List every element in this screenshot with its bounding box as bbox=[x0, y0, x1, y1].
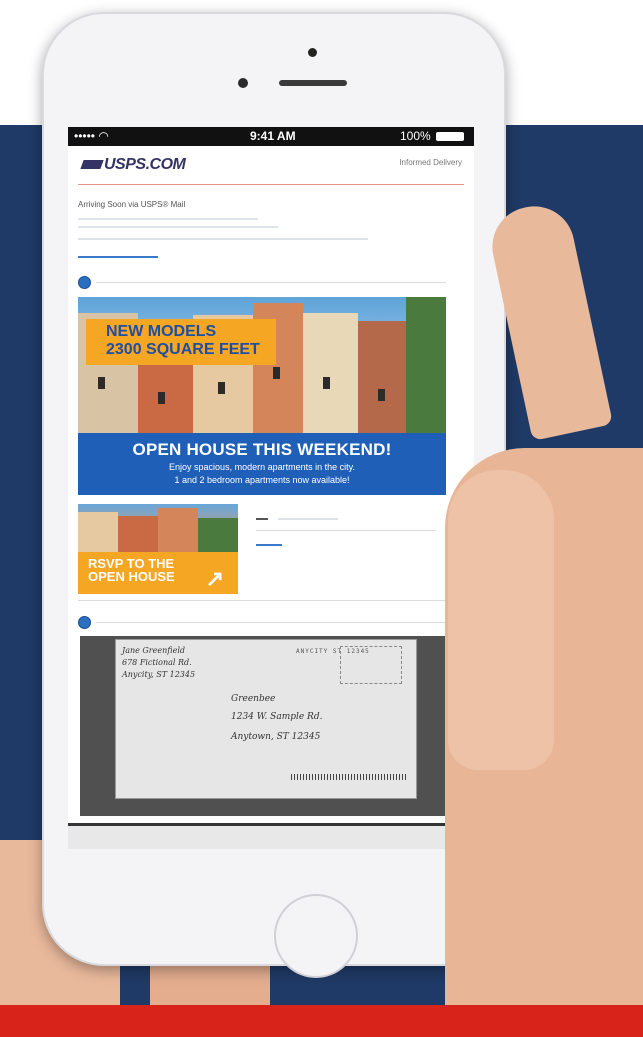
window bbox=[218, 382, 225, 394]
body-text-line bbox=[78, 226, 278, 228]
body-text-line bbox=[78, 218, 258, 220]
recipient-line-1: Greenbee bbox=[231, 694, 276, 704]
body-link[interactable] bbox=[78, 256, 158, 258]
page-title: Arriving Soon via USPS® Mail bbox=[78, 200, 186, 209]
signal-indicator: ••••• ◠ bbox=[74, 129, 109, 143]
body-text-line bbox=[78, 238, 368, 240]
ad-headline: OPEN HOUSE THIS WEEKEND! bbox=[132, 440, 392, 459]
mail-scan-image[interactable]: Jane Greenfield 678 Fictional Rd. Anycit… bbox=[80, 636, 450, 816]
from-label-line bbox=[256, 518, 268, 520]
from-value-line bbox=[278, 518, 338, 520]
card-divider bbox=[256, 530, 436, 531]
logo-text: USPS.COM bbox=[104, 156, 186, 173]
rsvp-banner[interactable]: RSVP TO THE OPEN HOUSE ↗ bbox=[78, 552, 238, 594]
promo-line-2: 2300 SQUARE FEET bbox=[106, 341, 260, 358]
building bbox=[78, 512, 118, 552]
view-more-link[interactable] bbox=[256, 544, 282, 546]
front-camera bbox=[238, 78, 248, 88]
recipient-line-3: Anytown, ST 12345 bbox=[231, 732, 321, 742]
header-divider bbox=[78, 184, 464, 185]
building bbox=[358, 321, 406, 433]
ad-promo-box: NEW MODELS 2300 SQUARE FEET bbox=[86, 319, 276, 365]
arrow-up-right-icon: ↗ bbox=[205, 566, 224, 591]
barcode bbox=[291, 774, 406, 780]
envelope: Jane Greenfield 678 Fictional Rd. Anycit… bbox=[116, 640, 416, 798]
ad-subline-1: Enjoy spacious, modern apartments in the… bbox=[169, 462, 355, 472]
section-divider bbox=[78, 600, 448, 601]
bottom-bar bbox=[68, 823, 474, 849]
ad-subline-2: 1 and 2 bedroom apartments now available… bbox=[174, 475, 350, 485]
window bbox=[378, 389, 385, 401]
battery-percent: 100% bbox=[400, 129, 431, 143]
building bbox=[303, 313, 358, 433]
informed-delivery-page: USPS.COM Informed Delivery Arriving Soon… bbox=[68, 146, 474, 849]
battery-icon bbox=[436, 132, 464, 141]
eagle-icon bbox=[80, 160, 104, 170]
promo-line-1: NEW MODELS bbox=[106, 323, 217, 340]
return-address-line-2: 678 Fictional Rd. bbox=[122, 658, 192, 667]
return-address-line-1: Jane Greenfield bbox=[122, 646, 185, 655]
tree bbox=[198, 518, 238, 552]
mail-piece-icon bbox=[78, 276, 91, 289]
earpiece-speaker bbox=[279, 80, 347, 86]
ad-headline-band: OPEN HOUSE THIS WEEKEND! Enjoy spacious,… bbox=[78, 433, 446, 495]
home-button[interactable] bbox=[274, 894, 358, 978]
status-bar: ••••• ◠ 9:41 AM 100% bbox=[68, 127, 474, 146]
section-divider bbox=[96, 622, 446, 623]
section-divider bbox=[96, 282, 446, 283]
mail-piece-icon bbox=[78, 616, 91, 629]
return-address-line-3: Anycity, ST 12345 bbox=[122, 670, 196, 679]
window bbox=[98, 377, 105, 389]
stamp-icon bbox=[340, 646, 402, 684]
window bbox=[273, 367, 280, 379]
building bbox=[118, 516, 158, 552]
informed-delivery-link[interactable]: Informed Delivery bbox=[399, 158, 462, 167]
background-red-band bbox=[0, 1005, 643, 1037]
building bbox=[158, 508, 198, 552]
rsvp-card[interactable]: RSVP TO THE OPEN HOUSE ↗ bbox=[78, 504, 238, 594]
status-time: 9:41 AM bbox=[250, 129, 296, 143]
right-thumb bbox=[448, 470, 554, 770]
tree bbox=[406, 297, 446, 433]
camera-dot bbox=[308, 48, 317, 57]
open-house-ad-image[interactable]: NEW MODELS 2300 SQUARE FEET OPEN HOUSE T… bbox=[78, 297, 446, 495]
usps-logo[interactable]: USPS.COM bbox=[80, 156, 186, 174]
window bbox=[158, 392, 165, 404]
window bbox=[323, 377, 330, 389]
recipient-line-2: 1234 W. Sample Rd. bbox=[231, 712, 323, 722]
phone-screen: ••••• ◠ 9:41 AM 100% USPS.COM Informed D… bbox=[68, 127, 474, 849]
